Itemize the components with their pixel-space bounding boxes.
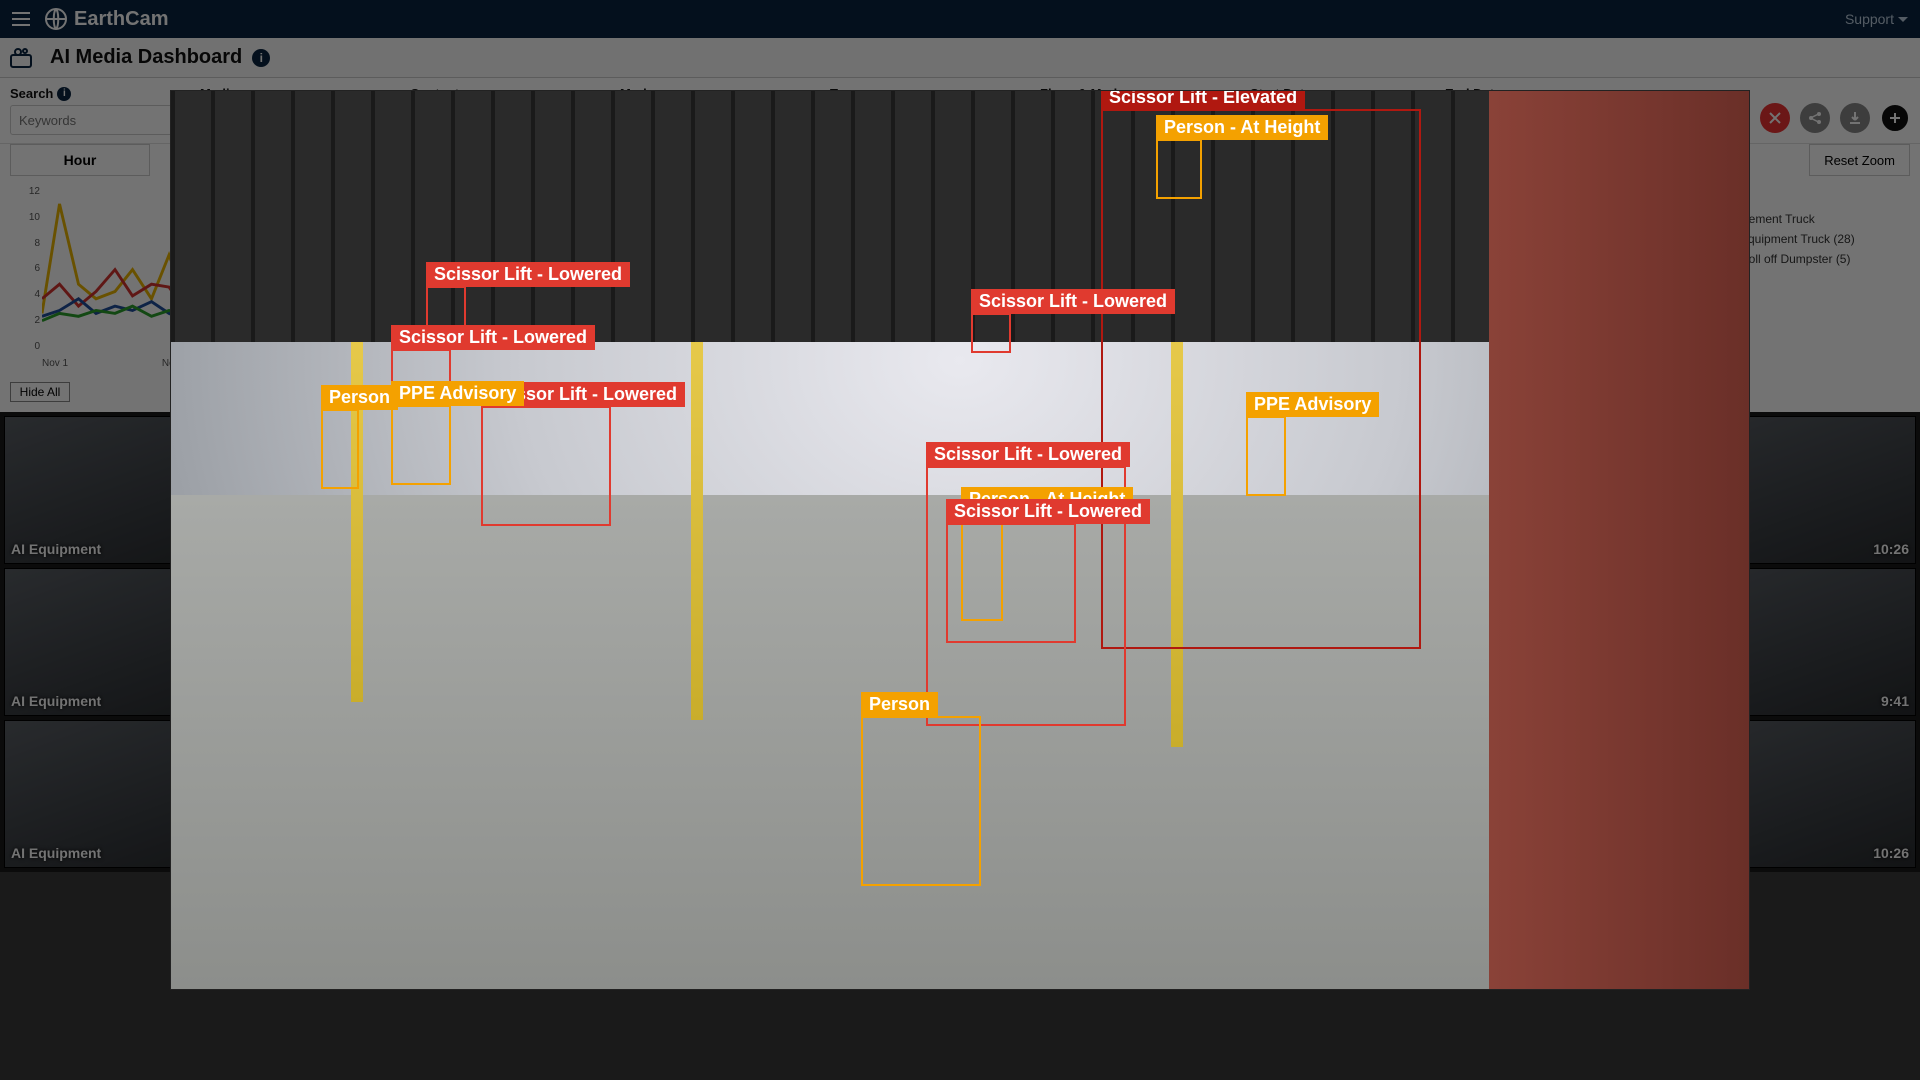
image-overlay[interactable]: Scissor Lift - ElevatedPerson - At Heigh… [0, 0, 1920, 1080]
detection-box: PPE Advisory [1246, 416, 1286, 496]
detection-label: Scissor Lift - Lowered [971, 289, 1175, 314]
detection-box: Person - At Height [1156, 139, 1202, 199]
detection-label: Person - At Height [1156, 115, 1328, 140]
detection-label: Scissor Lift - Lowered [391, 325, 595, 350]
detection-box: Scissor Lift - Elevated [1101, 109, 1421, 649]
detection-label: Person [321, 385, 398, 410]
detection-label: Scissor Lift - Lowered [426, 262, 630, 287]
detection-label: Scissor Lift - Lowered [926, 442, 1130, 467]
detection-label: Person [861, 692, 938, 717]
detection-box: Scissor Lift - Lowered [481, 406, 611, 526]
detection-image: Scissor Lift - ElevatedPerson - At Heigh… [170, 90, 1750, 990]
detection-label: Scissor Lift - Elevated [1101, 90, 1305, 110]
detection-label: PPE Advisory [1246, 392, 1379, 417]
detection-label: PPE Advisory [391, 381, 524, 406]
detection-box: Scissor Lift - Lowered [946, 523, 1076, 643]
detection-box: Person [861, 716, 981, 886]
detection-box: Scissor Lift - Lowered [971, 313, 1011, 353]
detection-box: PPE Advisory [391, 405, 451, 485]
detection-label: Scissor Lift - Lowered [946, 499, 1150, 524]
detection-box: Person [321, 409, 359, 489]
